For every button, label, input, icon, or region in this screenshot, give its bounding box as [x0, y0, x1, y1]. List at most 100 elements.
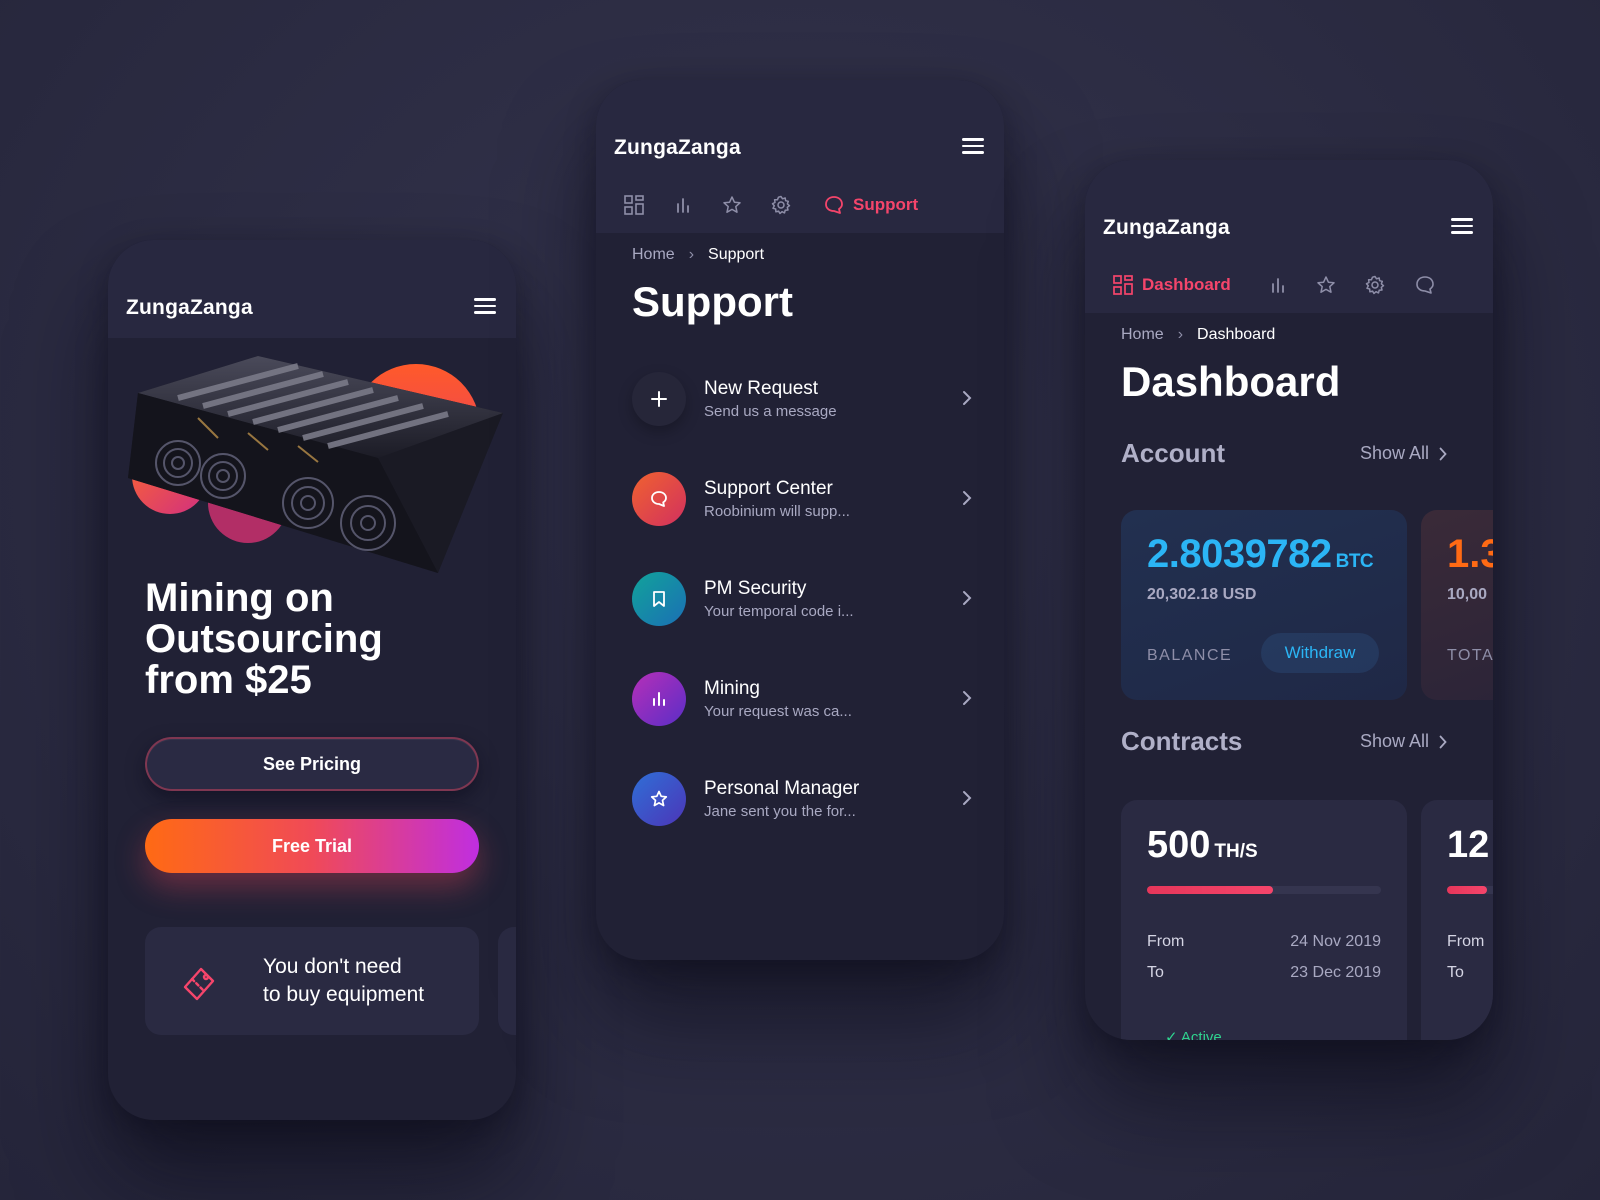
contract-to-row: To 23 Dec 2019 [1147, 964, 1381, 982]
brand-logo[interactable]: ZungaZanga [126, 296, 253, 320]
contract-progress-bar [1147, 886, 1381, 894]
tab-settings[interactable] [771, 192, 791, 218]
support-header: ZungaZanga [596, 80, 1004, 178]
account-next-label: TOTA [1447, 647, 1493, 664]
support-item-mining[interactable]: Mining Your request was ca... [632, 670, 972, 726]
feature-card-text: You don't need to buy equipment [263, 953, 463, 1009]
dashboard-phone: ZungaZanga Dashboard Home › Dashboard Da… [1085, 160, 1493, 1040]
breadcrumb-chevron-icon: › [1177, 326, 1184, 343]
contracts-show-all-link[interactable]: Show All [1360, 731, 1447, 752]
hashrate-value: 500 [1147, 824, 1211, 866]
to-date: 23 Dec 2019 [1290, 964, 1381, 981]
star-icon [1317, 276, 1335, 293]
account-next-value: 1.3 [1447, 532, 1493, 576]
account-next-sub: 10,00 [1447, 586, 1488, 603]
hero-title-line: Outsourcing [145, 617, 383, 661]
to-label: To [1447, 964, 1464, 981]
support-tabbar: Support [596, 178, 1004, 233]
breadcrumb: Home › Dashboard [1121, 326, 1275, 344]
support-item-support-center[interactable]: Support Center Roobinium will supp... [632, 470, 972, 526]
star-icon [723, 196, 741, 213]
breadcrumb-home[interactable]: Home [1121, 326, 1164, 344]
withdraw-button[interactable]: Withdraw [1261, 633, 1379, 673]
contract-from-row: From 24 Nov 2019 [1147, 933, 1381, 951]
page-title: Support [632, 278, 793, 325]
support-item-new-request[interactable]: New Request Send us a message [632, 370, 972, 426]
btc-amount: 2.8039782 [1147, 532, 1332, 576]
tab-support-label: Support [853, 195, 919, 214]
contract-card-next[interactable]: 12 From To [1421, 800, 1493, 1040]
hamburger-menu-icon[interactable] [1451, 218, 1473, 234]
bars-icon [632, 672, 686, 726]
plus-icon [632, 372, 686, 426]
btc-unit: BTC [1335, 551, 1374, 572]
feature-card[interactable]: You don't need to buy equipment [145, 927, 479, 1035]
tab-favorites[interactable] [1316, 272, 1336, 298]
ticket-icon [183, 967, 215, 1001]
support-item-subtitle: Your temporal code i... [704, 603, 854, 620]
chevron-right-icon [963, 591, 972, 605]
contract-next-to-row: To [1447, 964, 1493, 982]
breadcrumb-current: Dashboard [1197, 326, 1276, 343]
show-all-label: Show All [1359, 443, 1429, 463]
gear-icon [771, 195, 791, 215]
see-pricing-button[interactable]: See Pricing [145, 737, 479, 791]
tab-dashboard[interactable]: Dashboard [1113, 272, 1231, 298]
tab-favorites[interactable] [722, 192, 742, 218]
chat-icon [1416, 276, 1434, 294]
chat-icon [825, 196, 843, 214]
grid-icon [1113, 275, 1133, 295]
breadcrumb-home[interactable]: Home [632, 246, 675, 264]
chat-icon [632, 472, 686, 526]
tab-support[interactable]: Support [824, 192, 918, 218]
from-date: 24 Nov 2019 [1290, 933, 1381, 950]
contract-hashrate: 500 TH/S [1147, 824, 1258, 867]
contract-card[interactable]: 500 TH/S From 24 Nov 2019 To 23 Dec 2019 … [1121, 800, 1407, 1040]
chevron-right-icon [963, 791, 972, 805]
account-show-all-link[interactable]: Show All [1360, 443, 1447, 464]
feature-card-next[interactable] [498, 927, 516, 1035]
tab-dashboard-label: Dashboard [1142, 275, 1231, 294]
hero-title: Mining on Outsourcing from $25 [145, 578, 475, 701]
bars-icon [1272, 278, 1284, 293]
support-item-subtitle: Jane sent you the for... [704, 803, 856, 820]
chevron-right-icon [963, 391, 972, 405]
support-item-title: Support Center [704, 478, 833, 499]
support-item-title: Personal Manager [704, 778, 860, 799]
feature-card-line: to buy equipment [263, 983, 425, 1006]
from-label: From [1447, 933, 1485, 950]
contracts-section-title: Contracts [1121, 726, 1243, 756]
btc-balance: 2.8039782 BTC [1147, 532, 1374, 577]
dashboard-header: ZungaZanga [1085, 160, 1493, 258]
free-trial-button[interactable]: Free Trial [145, 819, 479, 873]
support-item-title: Mining [704, 678, 760, 699]
support-item-title: New Request [704, 378, 819, 399]
contract-next-from-row: From [1447, 933, 1493, 951]
hamburger-menu-icon[interactable] [474, 298, 496, 314]
chevron-right-icon [963, 491, 972, 505]
account-card-next[interactable]: 1.3 10,00 TOTA [1421, 510, 1493, 700]
tab-settings[interactable] [1365, 272, 1385, 298]
hero-title-line: from $25 [145, 658, 312, 702]
tab-support[interactable] [1415, 272, 1435, 298]
tab-stats[interactable] [674, 192, 692, 218]
hamburger-menu-icon[interactable] [962, 138, 984, 154]
tab-stats[interactable] [1269, 272, 1287, 298]
contract-next-progress [1447, 886, 1493, 894]
breadcrumb-current: Support [708, 246, 765, 263]
btc-account-card[interactable]: 2.8039782 BTC 20,302.18 USD BALANCE Withd… [1121, 510, 1407, 700]
usd-balance: 20,302.18 USD [1147, 586, 1257, 603]
contract-progress-fill [1147, 886, 1274, 894]
chevron-right-icon [1439, 735, 1447, 748]
brand-logo[interactable]: ZungaZanga [614, 136, 741, 160]
star-icon [632, 772, 686, 826]
contract-next-hashrate: 12 [1447, 824, 1490, 866]
dashboard-tabbar: Dashboard [1085, 258, 1493, 313]
brand-logo[interactable]: ZungaZanga [1103, 216, 1230, 240]
landing-phone: ZungaZanga Mining on Outsourcing from $2… [108, 240, 516, 1120]
breadcrumb-chevron-icon: › [688, 246, 695, 263]
support-item-title: PM Security [704, 578, 807, 599]
tab-dashboard[interactable] [624, 192, 644, 218]
support-item-personal-manager[interactable]: Personal Manager Jane sent you the for..… [632, 770, 972, 826]
support-item-pm-security[interactable]: PM Security Your temporal code i... [632, 570, 972, 626]
